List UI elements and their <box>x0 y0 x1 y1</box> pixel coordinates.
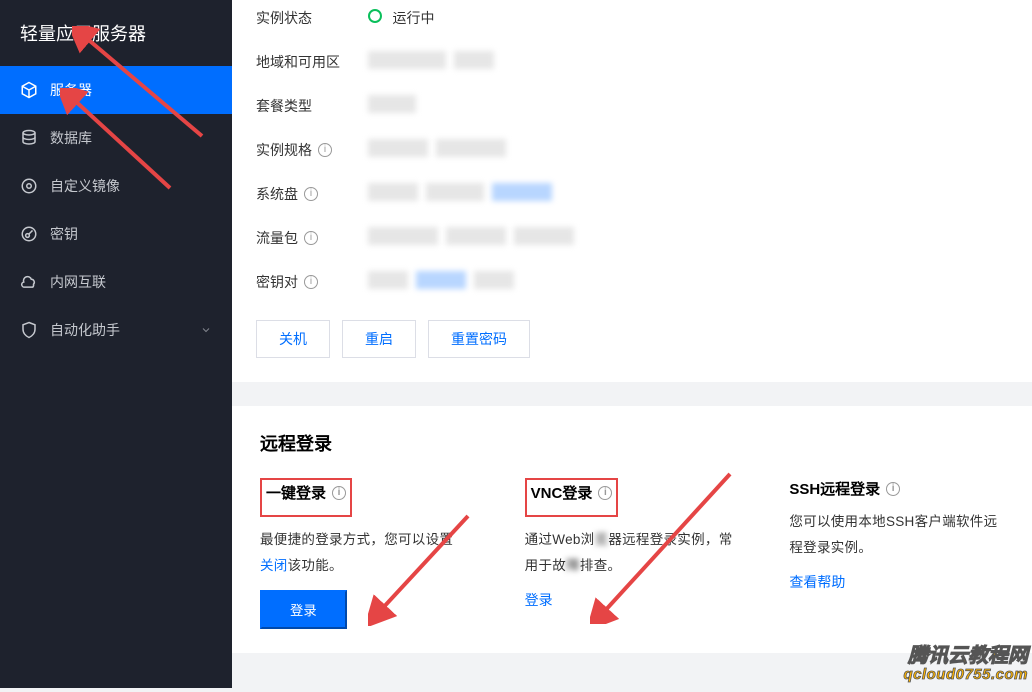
value-blurred <box>368 227 1008 250</box>
reset-password-button[interactable]: 重置密码 <box>428 320 530 358</box>
sidebar-item-servers[interactable]: 服务器 <box>0 66 232 114</box>
value-blurred <box>368 271 1008 294</box>
row-keypair: 密钥对i <box>232 260 1032 304</box>
main-content: 实例状态 运行中 地域和可用区 套餐类型 实例规格i 系统盘i 流量包i 密 <box>232 0 1032 688</box>
action-button-row: 关机 重启 重置密码 <box>232 304 1032 358</box>
sidebar-item-automation[interactable]: 自动化助手 <box>0 306 232 354</box>
label: 地域和可用区 <box>256 52 368 72</box>
ssh-help-link[interactable]: 查看帮助 <box>789 574 845 590</box>
close-feature-link[interactable]: 关闭 <box>260 558 288 573</box>
row-traffic: 流量包i <box>232 216 1032 260</box>
one-click-login-button[interactable]: 登录 <box>260 590 347 629</box>
info-icon[interactable]: i <box>332 486 346 500</box>
remote-login-panel: 远程登录 一键登录i 最便捷的登录方式，您可以设置 关闭该功能。 登录 VNC登… <box>232 406 1032 653</box>
disc-icon <box>20 177 38 195</box>
highlight-box: VNC登录i <box>525 478 619 517</box>
vnc-login-desc: 通过Web浏览器远程登录实例，常用于故障排查。 <box>525 527 740 578</box>
cloud-icon <box>20 273 38 291</box>
ssh-login-section: SSH远程登录i 您可以使用本地SSH客户端软件远程登录实例。 查看帮助 <box>789 478 1004 629</box>
value-blurred <box>368 51 1008 74</box>
value-blurred <box>368 95 1008 118</box>
watermark: 腾讯云教程网 qcloud0755.com <box>903 646 1028 684</box>
chevron-down-icon <box>200 324 212 336</box>
label: 实例规格i <box>256 140 368 160</box>
info-icon[interactable]: i <box>318 143 332 157</box>
vnc-login-title: VNC登录i <box>531 482 613 503</box>
ssh-login-desc: 您可以使用本地SSH客户端软件远程登录实例。 <box>789 509 1004 560</box>
row-region: 地域和可用区 <box>232 40 1032 84</box>
info-icon[interactable]: i <box>304 275 318 289</box>
shutdown-button[interactable]: 关机 <box>256 320 330 358</box>
instance-details-panel: 实例状态 运行中 地域和可用区 套餐类型 实例规格i 系统盘i 流量包i 密 <box>232 0 1032 382</box>
row-package: 套餐类型 <box>232 84 1032 128</box>
one-click-login-section: 一键登录i 最便捷的登录方式，您可以设置 关闭该功能。 登录 <box>260 478 475 629</box>
value: 运行中 <box>368 8 1008 28</box>
key-icon <box>20 225 38 243</box>
vnc-login-section: VNC登录i 通过Web浏览器远程登录实例，常用于故障排查。 登录 <box>525 478 740 629</box>
highlight-box: 一键登录i <box>260 478 352 517</box>
sidebar: 轻量应用服务器 服务器 数据库 自定义镜像 密钥 内网互联 自动化助手 <box>0 0 232 688</box>
panel-heading: 远程登录 <box>260 430 1004 456</box>
row-instance-status: 实例状态 运行中 <box>232 0 1032 40</box>
sidebar-item-label: 服务器 <box>50 80 92 100</box>
vnc-login-link[interactable]: 登录 <box>525 592 553 608</box>
label: 密钥对i <box>256 272 368 292</box>
sidebar-item-label: 自动化助手 <box>50 320 120 340</box>
sidebar-title: 轻量应用服务器 <box>0 0 232 66</box>
one-click-login-desc: 最便捷的登录方式，您可以设置 关闭该功能。 <box>260 527 475 578</box>
label: 套餐类型 <box>256 96 368 116</box>
value-blurred <box>368 139 1008 162</box>
info-icon[interactable]: i <box>304 231 318 245</box>
one-click-login-title: 一键登录i <box>266 482 346 503</box>
info-icon[interactable]: i <box>886 482 900 496</box>
info-icon[interactable]: i <box>304 187 318 201</box>
row-spec: 实例规格i <box>232 128 1032 172</box>
sidebar-item-label: 内网互联 <box>50 272 106 292</box>
shield-icon <box>20 321 38 339</box>
value-blurred <box>368 183 1008 206</box>
status-running-icon <box>368 9 382 23</box>
ssh-login-title: SSH远程登录i <box>789 478 900 499</box>
sidebar-item-database[interactable]: 数据库 <box>0 114 232 162</box>
sidebar-item-custom-image[interactable]: 自定义镜像 <box>0 162 232 210</box>
sidebar-item-keys[interactable]: 密钥 <box>0 210 232 258</box>
info-icon[interactable]: i <box>598 486 612 500</box>
restart-button[interactable]: 重启 <box>342 320 416 358</box>
database-icon <box>20 129 38 147</box>
sidebar-item-label: 自定义镜像 <box>50 176 120 196</box>
label: 系统盘i <box>256 184 368 204</box>
sidebar-item-intranet[interactable]: 内网互联 <box>0 258 232 306</box>
sidebar-item-label: 密钥 <box>50 224 78 244</box>
label: 流量包i <box>256 228 368 248</box>
sidebar-item-label: 数据库 <box>50 128 92 148</box>
row-system-disk: 系统盘i <box>232 172 1032 216</box>
label: 实例状态 <box>256 8 368 28</box>
cube-icon <box>20 81 38 99</box>
